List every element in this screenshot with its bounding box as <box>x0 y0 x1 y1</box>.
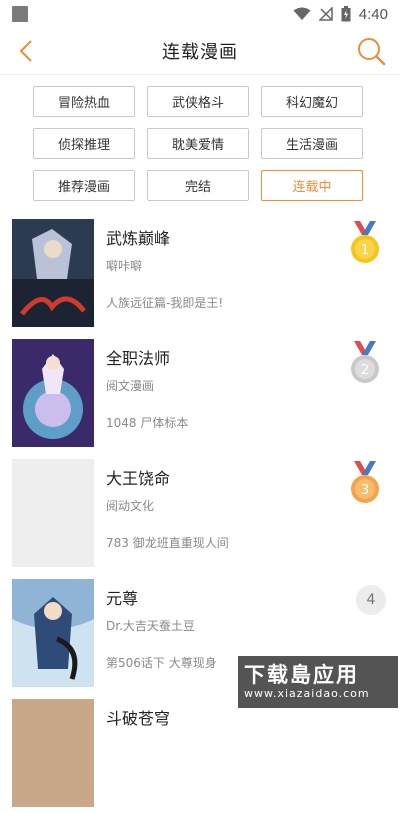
list-item[interactable]: 斗破苍穹 <box>0 693 400 813</box>
status-bar: 4:40 <box>0 0 400 28</box>
list-item[interactable]: 大王饶命 阅动文化 783 御龙班直重现人间 3 <box>0 453 400 573</box>
comic-cover[interactable] <box>12 339 94 447</box>
rank-number: 3 <box>361 483 369 498</box>
notification-icon <box>12 6 28 22</box>
rank-badge: 4 <box>356 585 386 615</box>
signal-off-icon <box>318 7 333 21</box>
category-tags: 冒险热血 武侠格斗 科幻魔幻 侦探推理 耽美爱情 生活漫画 推荐漫画 完结 连载… <box>0 74 400 201</box>
tag-slice-of-life[interactable]: 生活漫画 <box>261 128 363 159</box>
comic-author: 阅文漫画 <box>106 379 155 393</box>
site-watermark: 下载島应用 www.xiazaidao.com <box>238 656 398 708</box>
tag-recommended[interactable]: 推荐漫画 <box>33 170 135 201</box>
search-icon[interactable] <box>356 36 386 66</box>
comic-title: 全职法师 <box>106 349 171 368</box>
comic-latest: 人族远征篇-我即是王! <box>106 296 224 310</box>
gold-medal-icon: 1 <box>351 221 379 263</box>
watermark-url: www.xiazaidao.com <box>244 687 370 700</box>
bronze-medal-icon: 3 <box>351 461 379 503</box>
tag-romance[interactable]: 耽美爱情 <box>147 128 249 159</box>
comic-latest: 783 御龙班直重现人间 <box>106 536 229 550</box>
comic-cover[interactable] <box>12 579 94 687</box>
tag-ongoing[interactable]: 连载中 <box>261 170 363 201</box>
back-arrow-icon[interactable] <box>14 38 40 64</box>
list-item[interactable]: 全职法师 阅文漫画 1048 尸体标本 2 <box>0 333 400 453</box>
tag-scifi-fantasy[interactable]: 科幻魔幻 <box>261 86 363 117</box>
silver-medal-icon: 2 <box>351 341 379 383</box>
tag-completed[interactable]: 完结 <box>147 170 249 201</box>
watermark-title: 下载島应用 <box>244 663 359 687</box>
comic-title: 元尊 <box>106 589 139 608</box>
rank-number: 1 <box>361 243 369 258</box>
comic-title: 大王饶命 <box>106 469 171 488</box>
list-item[interactable]: 武炼巅峰 噼咔噼 人族远征篇-我即是王! 1 <box>0 213 400 333</box>
app-header: 连载漫画 <box>0 28 400 75</box>
page-title: 连载漫画 <box>162 42 238 63</box>
comic-cover[interactable] <box>12 219 94 327</box>
comic-author: 噼咔噼 <box>106 259 143 273</box>
comic-author: 阅动文化 <box>106 499 155 513</box>
tag-martial-arts[interactable]: 武侠格斗 <box>147 86 249 117</box>
comic-cover[interactable] <box>12 699 94 807</box>
comic-latest: 1048 尸体标本 <box>106 416 189 430</box>
battery-icon <box>341 6 351 22</box>
tag-detective[interactable]: 侦探推理 <box>33 128 135 159</box>
wifi-icon <box>293 7 311 20</box>
comic-cover-placeholder[interactable] <box>12 459 94 567</box>
status-icons: 4:40 <box>293 6 388 23</box>
comic-author: Dr.大吉天蚕土豆 <box>106 619 195 633</box>
clock: 4:40 <box>358 5 388 23</box>
comic-list: 武炼巅峰 噼咔噼 人族远征篇-我即是王! 1 全职法师 阅文漫画 1048 尸体 <box>0 213 400 813</box>
tag-adventure[interactable]: 冒险热血 <box>33 86 135 117</box>
rank-number: 2 <box>361 363 369 378</box>
comic-title: 斗破苍穹 <box>106 709 171 728</box>
comic-title: 武炼巅峰 <box>106 229 171 248</box>
